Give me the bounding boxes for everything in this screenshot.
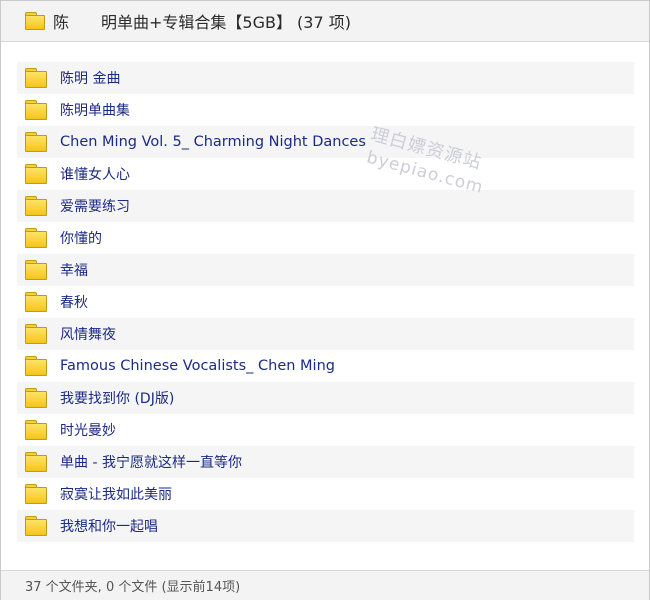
folder-icon: [25, 12, 45, 30]
list-item-label: 你懂的: [60, 231, 102, 247]
list-item-label: 春秋: [60, 295, 88, 311]
folder-icon: [25, 484, 47, 504]
status-text: 37 个文件夹, 0 个文件 (显示前14项): [25, 580, 241, 595]
folder-icon: [25, 132, 47, 152]
list-item-label: 时光曼妙: [60, 423, 116, 439]
title-bar: 陈 明单曲+专辑合集【5GB】 (37 项): [1, 1, 649, 42]
list-item-label: 幸福: [60, 263, 88, 279]
list-item[interactable]: 爱需要练习: [17, 190, 634, 222]
folder-icon: [25, 260, 47, 280]
list-item[interactable]: 谁懂女人心: [17, 158, 634, 190]
folder-icon: [25, 100, 47, 120]
list-item[interactable]: 幸福: [17, 254, 634, 286]
status-bar: 37 个文件夹, 0 个文件 (显示前14项): [1, 570, 649, 600]
list-item-label: 陈明单曲集: [60, 103, 130, 119]
folder-icon: [25, 68, 47, 88]
folder-icon: [25, 356, 47, 376]
list-item-label: 陈明 金曲: [60, 71, 121, 87]
list-item[interactable]: 陈明单曲集: [17, 94, 634, 126]
folder-icon: [25, 196, 47, 216]
list-item[interactable]: Famous Chinese Vocalists_ Chen Ming: [17, 350, 634, 382]
list-item-label: 寂寞让我如此美丽: [60, 487, 172, 503]
list-item[interactable]: 你懂的: [17, 222, 634, 254]
folder-icon: [25, 324, 47, 344]
list-item[interactable]: 春秋: [17, 286, 634, 318]
list-item[interactable]: 单曲 - 我宁愿就这样一直等你: [17, 446, 634, 478]
list-item[interactable]: 风情舞夜: [17, 318, 634, 350]
list-item-label: 我想和你一起唱: [60, 519, 158, 535]
list-item-label: 风情舞夜: [60, 327, 116, 343]
list-item-label: Chen Ming Vol. 5_ Charming Night Dances: [60, 134, 366, 150]
folder-icon: [25, 452, 47, 472]
list-item-label: 我要找到你 (DJ版): [60, 391, 175, 407]
page-title: 陈 明单曲+专辑合集【5GB】 (37 项): [53, 13, 351, 32]
list-item[interactable]: 陈明 金曲: [17, 62, 634, 94]
list-item[interactable]: 时光曼妙: [17, 414, 634, 446]
list-item-label: 爱需要练习: [60, 199, 130, 215]
list-item-label: 单曲 - 我宁愿就这样一直等你: [60, 455, 242, 471]
list-item[interactable]: Chen Ming Vol. 5_ Charming Night Dances: [17, 126, 634, 158]
folder-icon: [25, 228, 47, 248]
list-item[interactable]: 寂寞让我如此美丽: [17, 478, 634, 510]
list-item-label: 谁懂女人心: [60, 167, 130, 183]
folder-icon: [25, 420, 47, 440]
folder-list: 陈明 金曲 陈明单曲集 Chen Ming Vol. 5_ Charming N…: [17, 62, 634, 542]
list-item[interactable]: 我要找到你 (DJ版): [17, 382, 634, 414]
folder-icon: [25, 164, 47, 184]
folder-icon: [25, 292, 47, 312]
folder-icon: [25, 516, 47, 536]
list-item[interactable]: 我想和你一起唱: [17, 510, 634, 542]
list-item-label: Famous Chinese Vocalists_ Chen Ming: [60, 358, 335, 374]
folder-icon: [25, 388, 47, 408]
